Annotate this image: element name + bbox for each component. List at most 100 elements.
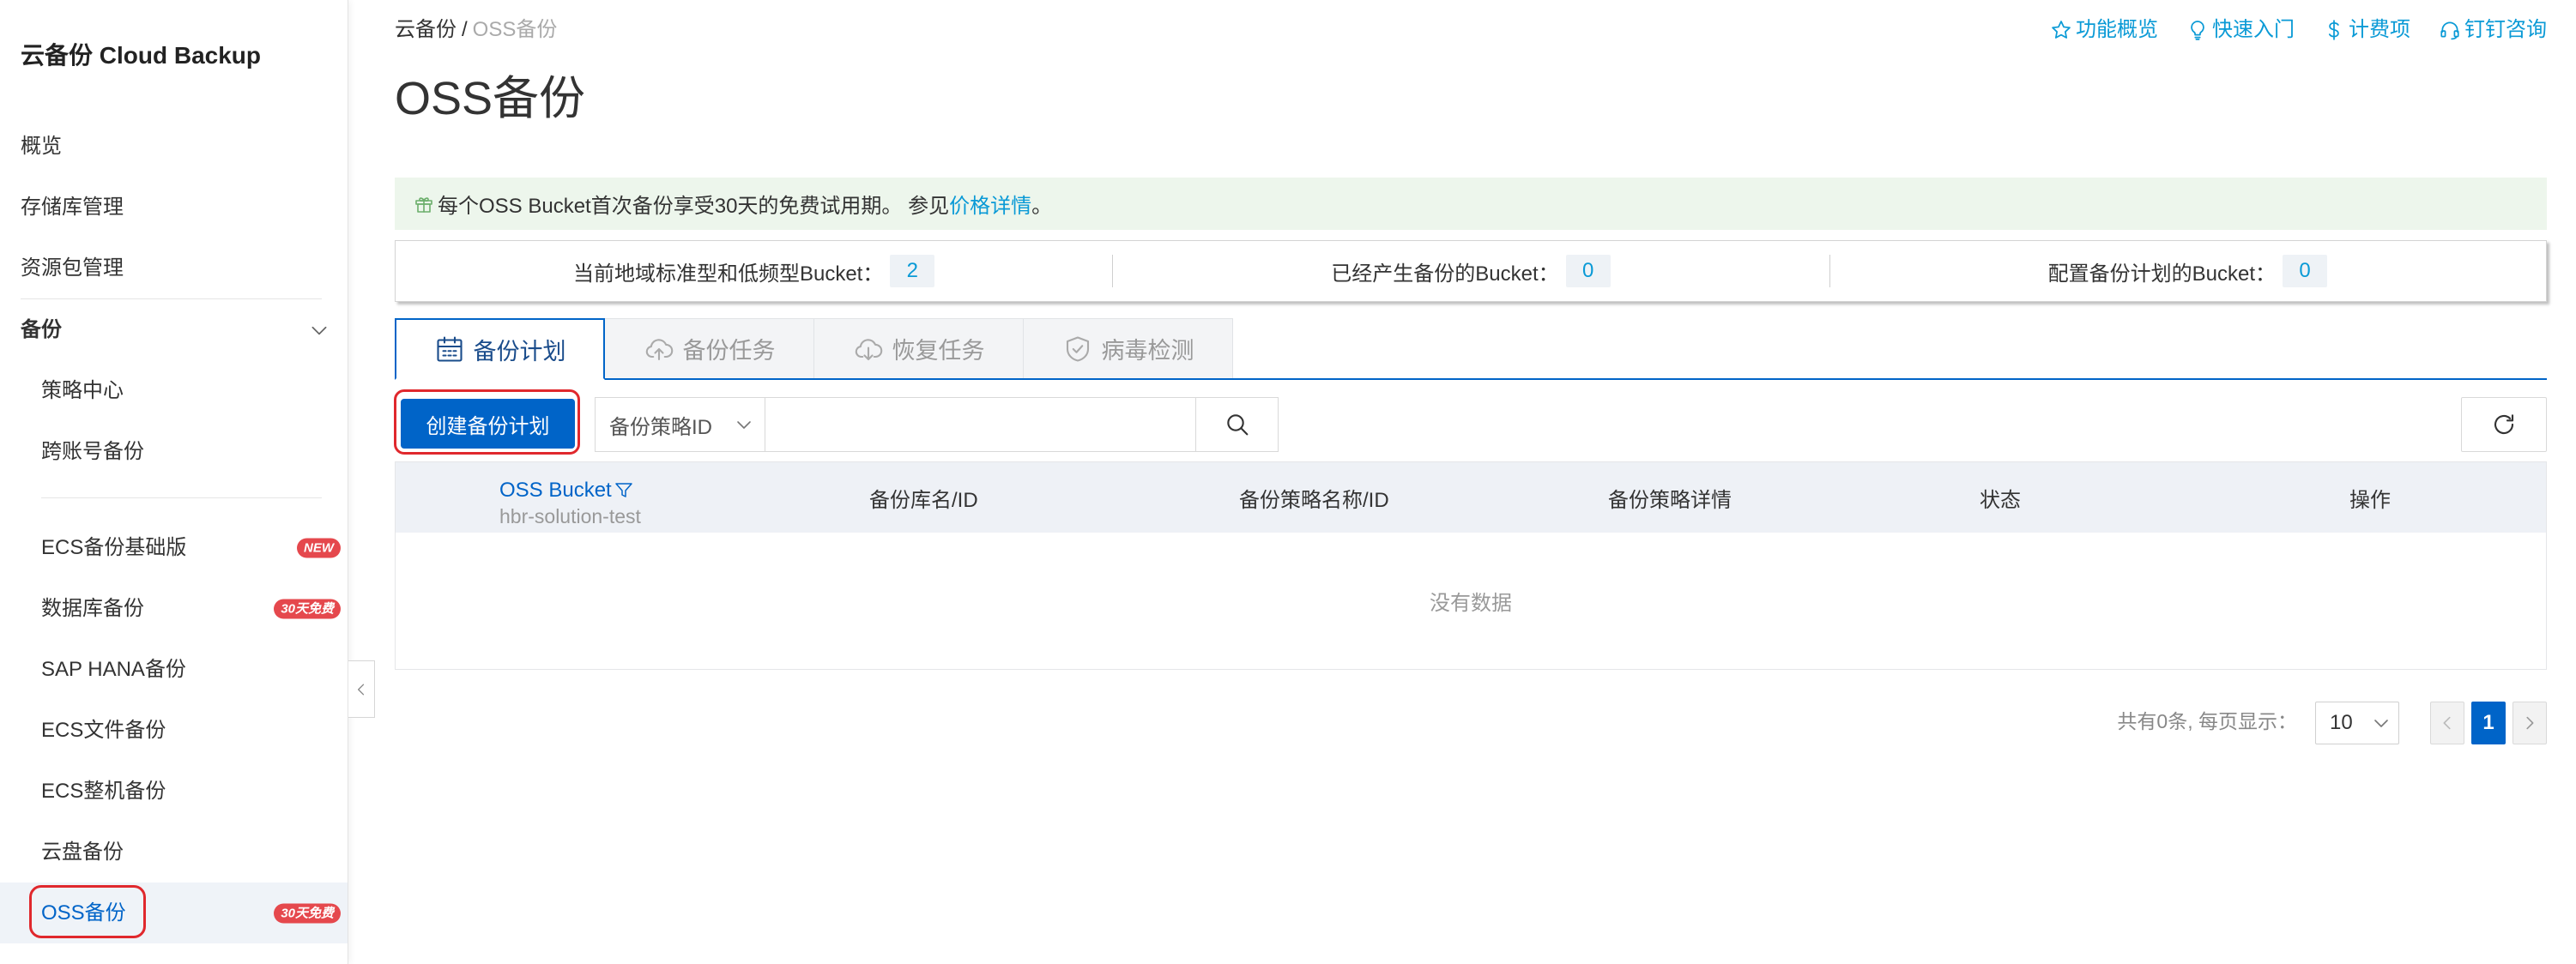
search-input[interactable] (765, 397, 1196, 452)
stat-label: 配置备份计划的Bucket： (2047, 262, 2276, 286)
sidebar-item-label: 存储库管理 (21, 196, 124, 219)
previous-page-button[interactable] (2430, 702, 2464, 744)
chevron-down-icon (737, 421, 751, 429)
dollar-icon (2328, 20, 2339, 40)
sidebar-item-label: ECS整机备份 (41, 780, 166, 803)
chevron-down-icon (311, 326, 327, 334)
search-button[interactable] (1195, 397, 1279, 452)
feature-overview-link[interactable]: 功能概览 (2050, 15, 2158, 45)
chevron-left-icon (2443, 716, 2451, 730)
sidebar-item-label: 资源包管理 (21, 256, 124, 280)
tab-virus-scan[interactable]: 病毒检测 (1023, 318, 1233, 378)
table-header: OSS Bucket hbr-solution-test 备份库名/ID 备份策… (396, 462, 2546, 533)
sidebar-item-cross-account[interactable]: 跨账号备份 (0, 421, 348, 482)
notice-suffix: 。 (1031, 195, 1053, 218)
chevron-down-icon (2374, 720, 2388, 727)
dingtalk-consult-link[interactable]: 钉钉咨询 (2439, 15, 2547, 45)
tab-label: 病毒检测 (1101, 338, 1194, 364)
tab-label: 备份任务 (682, 338, 776, 364)
shield-check-icon (1066, 335, 1089, 362)
refresh-button[interactable] (2461, 397, 2547, 452)
new-badge: NEW (297, 538, 341, 557)
search-icon (1226, 414, 1248, 436)
sidebar-item-vault-management[interactable]: 存储库管理 (0, 177, 348, 238)
page-size-value: 10 (2330, 711, 2353, 734)
bulb-icon (2191, 21, 2204, 40)
column-status: 状态 (1980, 488, 2021, 512)
sidebar-menu: 概览 存储库管理 资源包管理 备份 策略中心 跨账号备份 ECS备份基础版 NE… (0, 116, 348, 943)
stat-label: 当前地域标准型和低频型Bucket： (572, 262, 884, 286)
sidebar-item-resource-plan[interactable]: 资源包管理 (0, 238, 348, 298)
quick-start-link[interactable]: 快速入门 (2186, 15, 2295, 45)
cloud-download-icon (855, 338, 882, 360)
bucket-stats: 当前地域标准型和低频型Bucket： 2 已经产生备份的Bucket： 0 配置… (395, 240, 2547, 302)
billing-link[interactable]: 计费项 (2323, 15, 2410, 45)
link-label: 功能概览 (2076, 18, 2158, 41)
sidebar-item-ecs-instance[interactable]: ECS整机备份 (0, 761, 348, 822)
current-page-button[interactable]: 1 (2471, 702, 2506, 744)
page-size-select[interactable]: 10 (2315, 702, 2399, 744)
highlight-box (29, 885, 146, 938)
sidebar-item-disk-backup[interactable]: 云盘备份 (0, 822, 348, 883)
filter-icon[interactable] (614, 480, 634, 501)
create-backup-plan-button[interactable]: 创建备份计划 (401, 399, 575, 449)
sidebar-group-backup[interactable]: 备份 (0, 299, 348, 360)
free-trial-badge: 30天免费 (274, 903, 341, 923)
column-actions: 操作 (2349, 488, 2391, 512)
sidebar-item-ecs-basic[interactable]: ECS备份基础版 NEW (0, 517, 348, 578)
tab-label: 备份计划 (473, 338, 566, 365)
sidebar-item-label: 策略中心 (41, 379, 124, 402)
column-policy-name: 备份策略名称/ID (1239, 488, 1389, 512)
link-label: 快速入门 (2212, 18, 2295, 41)
column-label: OSS Bucket (499, 479, 612, 502)
cloud-upload-icon (645, 338, 673, 360)
sidebar-item-label: 数据库备份 (41, 597, 144, 620)
sidebar-item-label: SAP HANA备份 (41, 658, 186, 681)
backup-plan-table: OSS Bucket hbr-solution-test 备份库名/ID 备份策… (395, 461, 2547, 670)
table-body: 没有数据 (396, 533, 2546, 669)
column-filter-value: hbr-solution-test (499, 505, 641, 527)
sidebar-item-ecs-file[interactable]: ECS文件备份 (0, 700, 348, 761)
sidebar-item-database-backup[interactable]: 数据库备份 30天免费 (0, 578, 348, 639)
sidebar-item-overview[interactable]: 概览 (0, 116, 348, 177)
header-links: 功能概览 快速入门 计费项 钉钉咨询 (2050, 15, 2547, 45)
breadcrumb-separator: / (462, 18, 468, 41)
tab-backup-jobs[interactable]: 备份任务 (604, 318, 814, 378)
sidebar: 云备份 Cloud Backup 概览 存储库管理 资源包管理 备份 策略中心 … (0, 0, 348, 964)
breadcrumb-current: OSS备份 (472, 18, 558, 41)
stat-standard-buckets: 当前地域标准型和低频型Bucket： 2 (396, 241, 1112, 301)
filter-field-select[interactable]: 备份策略ID (595, 397, 765, 452)
sidebar-item-sap-hana[interactable]: SAP HANA备份 (0, 639, 348, 700)
empty-state-text: 没有数据 (1430, 592, 1512, 615)
link-label: 钉钉咨询 (2464, 18, 2547, 41)
tab-restore-jobs[interactable]: 恢复任务 (813, 318, 1024, 378)
sidebar-item-label: 概览 (21, 135, 62, 158)
stat-value: 2 (890, 255, 935, 287)
tab-backup-plan[interactable]: 备份计划 (395, 318, 605, 380)
free-trial-badge: 30天免费 (274, 599, 341, 618)
star-icon (2052, 21, 2071, 39)
page-title: OSS备份 (395, 73, 586, 124)
calendar-icon (436, 336, 463, 362)
chevron-left-icon (358, 684, 365, 695)
sidebar-collapse-button[interactable] (348, 660, 375, 718)
sidebar-item-policy-center[interactable]: 策略中心 (0, 360, 348, 421)
sidebar-item-oss-backup[interactable]: OSS备份 30天免费 (0, 883, 348, 943)
stat-label: 已经产生备份的Bucket： (1331, 262, 1559, 286)
column-oss-bucket: OSS Bucket hbr-solution-test (499, 462, 641, 533)
tab-label: 恢复任务 (892, 338, 985, 364)
breadcrumb-root[interactable]: 云备份 (395, 18, 457, 41)
headset-icon (2440, 21, 2459, 40)
free-trial-notice: 每个OSS Bucket首次备份享受30天的免费试用期。 参见 价格详情。 (395, 178, 2547, 230)
gift-icon (415, 196, 432, 213)
stat-value: 0 (2283, 255, 2327, 287)
sidebar-item-label: 跨账号备份 (41, 440, 144, 463)
link-label: 计费项 (2349, 18, 2410, 41)
next-page-button[interactable] (2513, 702, 2547, 744)
pricing-details-link[interactable]: 价格详情 (949, 189, 1031, 219)
filter-select-value: 备份策略ID (609, 415, 712, 439)
breadcrumb: 云备份 / OSS备份 (395, 17, 557, 43)
stat-value: 0 (1565, 255, 1611, 287)
column-policy-details: 备份策略详情 (1608, 488, 1732, 512)
product-title: 云备份 Cloud Backup (21, 42, 262, 69)
